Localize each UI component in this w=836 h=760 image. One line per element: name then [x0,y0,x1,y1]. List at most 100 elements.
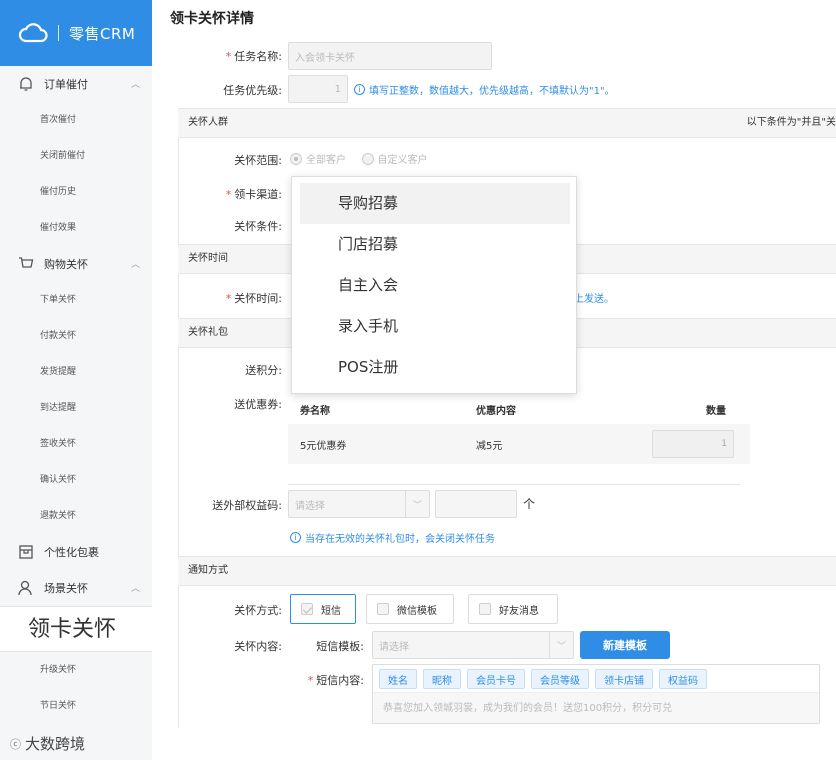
info-icon: i [354,84,365,95]
nav-item-receipt-care[interactable]: 签收关怀 [0,426,152,462]
nav-item-arrival-reminder[interactable]: 到达提醒 [0,390,152,426]
sidebar: 零售CRM 订单催付 ︿ 首次催付 关闭前催付 催付历史 催付效果 购物关怀 ︿… [0,0,152,760]
scope-custom-radio[interactable]: 自定义客户 [361,151,428,166]
section-header-notify: 通知方式 [178,556,836,586]
nav-item-refund-care[interactable]: 退款关怀 [0,498,152,534]
coupon-name: 5元优惠券 [300,440,347,452]
table-row: 5元优惠券 减5元 1 [288,424,750,464]
equity-unit: 个 [523,497,536,511]
nav-item-card-care[interactable]: 领卡关怀 [0,606,152,652]
package-icon [16,542,36,562]
channel-dropdown: 导购招募 门店招募 自主入会 录入手机 POS注册 [291,176,577,394]
nav-group-scene-care[interactable]: 场景关怀 ︿ [0,570,152,606]
dropdown-option-store-recruit[interactable]: 门店招募 [300,224,570,265]
col-coupon-content: 优惠内容 [476,405,516,417]
nav-group-label: 订单催付 [44,78,88,91]
tag-member-level[interactable]: 会员等级 [531,669,589,689]
brand-name: 零售CRM [69,24,136,43]
col-coupon-name: 券名称 [300,405,330,417]
dropdown-option-phone-entry[interactable]: 录入手机 [300,306,570,347]
timing-text: 上发送。 [574,294,614,305]
dropdown-option-guide-recruit[interactable]: 导购招募 [300,183,570,224]
method-sms-checkbox[interactable]: 短信 [290,594,356,624]
equity-select[interactable]: 请选择 ﹀ [288,490,430,518]
scope-all-radio[interactable]: 全部客户 [290,151,346,166]
cart-icon [16,254,36,274]
tag-nickname[interactable]: 昵称 [423,669,461,689]
channel-label: * 领卡渠道: [225,188,282,201]
nav-item-confirm-care[interactable]: 确认关怀 [0,462,152,498]
scope-label: 关怀范围: [234,154,282,167]
dropdown-option-pos-register[interactable]: POS注册 [300,347,570,388]
tag-card-store[interactable]: 领卡店铺 [595,669,653,689]
dropdown-option-self-join[interactable]: 自主入会 [300,265,570,306]
sms-content-label: * 短信内容: [307,674,364,687]
nav-item-shipping-reminder[interactable]: 发货提醒 [0,354,152,390]
nav-item-before-close-reminder[interactable]: 关闭前催付 [0,138,152,174]
nav-group-custom-package[interactable]: 个性化包裹 [0,534,152,570]
nav-item-reminder-effect[interactable]: 催付效果 [0,210,152,246]
nav-item-holiday-care[interactable]: 节日关怀 [0,688,152,724]
section-border [178,108,179,728]
sms-template-placeholder: 请选择 [379,641,409,653]
priority-input[interactable]: 1 [288,75,348,103]
chevron-up-icon: ︿ [130,260,140,270]
nav-item-order-care[interactable]: 下单关怀 [0,282,152,318]
coupon-qty-input[interactable]: 1 [652,430,734,458]
nav-item-upgrade-care[interactable]: 升级关怀 [0,652,152,688]
main-content: 领卡关怀详情 * 任务名称: 入会领卡关怀 任务优先级: 1 i 填写正整数，数值越… [152,0,836,760]
divider [288,484,740,485]
user-icon [16,578,36,598]
timing-label: * 关怀时间: [225,292,282,305]
tag-equity-code[interactable]: 权益码 [659,669,707,689]
sms-text[interactable]: 恭喜您加入领城羽裳，成为我们的会员！送您100积分，积分可兑 [373,693,819,723]
equity-label: 送外部权益码: [212,499,282,512]
equity-placeholder: 请选择 [295,500,325,512]
nav-group-label: 个性化包裹 [44,546,99,559]
points-label: 送积分: [245,364,282,377]
new-template-button[interactable]: 新建模板 [580,631,670,659]
coupon-label: 送优惠券: [234,398,282,411]
watermark-icon: ⓒ [10,737,21,751]
coupon-table-header: 券名称 优惠内容 数量 [288,394,750,424]
method-wechat-checkbox[interactable]: 微信模板 [366,594,454,624]
method-label: 关怀方式: [234,604,282,617]
nav-group-label: 场景关怀 [44,582,88,595]
brand-logo[interactable]: 零售CRM [0,0,152,66]
nav-item-first-reminder[interactable]: 首次催付 [0,102,152,138]
nav-group-shopping-care[interactable]: 购物关怀 ︿ [0,246,152,282]
chevron-up-icon: ︿ [130,584,140,594]
cloud-icon [18,22,50,44]
chevron-down-icon: ﹀ [549,632,573,658]
tag-name[interactable]: 姓名 [379,669,417,689]
sms-content-box[interactable]: 姓名 昵称 会员卡号 会员等级 领卡店铺 权益码 恭喜您加入领城羽裳，成为我们的会员！送您… [372,664,820,724]
nav-item-payment-care[interactable]: 付款关怀 [0,318,152,354]
invalid-gift-hint: i 当存在无效的关怀礼包时，会关闭关怀任务 [290,530,495,545]
method-friend-checkbox[interactable]: 好友消息 [468,594,558,624]
tag-card-number[interactable]: 会员卡号 [467,669,525,689]
checkbox-icon [479,603,491,615]
coupon-content: 减5元 [476,440,503,452]
nav-item-reminder-history[interactable]: 催付历史 [0,174,152,210]
col-coupon-qty: 数量 [706,405,726,417]
nav-group-label: 购物关怀 [44,258,88,271]
checkbox-icon [377,603,389,615]
page-title: 领卡关怀详情 [170,11,254,27]
audience-note: 以下条件为"并且"关 [746,117,836,128]
equity-count-input[interactable] [435,490,517,518]
priority-label: 任务优先级: [223,84,282,97]
variable-tags: 姓名 昵称 会员卡号 会员等级 领卡店铺 权益码 [373,665,819,693]
logo-separator [58,25,59,41]
section-header-audience: 关怀人群 以下条件为"并且"关 [178,108,836,138]
task-name-label: * 任务名称: [225,50,282,63]
chevron-down-icon: ﹀ [405,491,429,517]
coupon-table: 券名称 优惠内容 数量 5元优惠券 减5元 1 [288,394,750,464]
condition-label: 关怀条件: [234,220,282,233]
nav-group-order-reminder[interactable]: 订单催付 ︿ [0,66,152,102]
task-name-input[interactable]: 入会领卡关怀 [288,42,492,70]
watermark-text: 大数跨境 [25,735,86,753]
sms-template-select[interactable]: 请选择 ﹀ [372,631,574,659]
sms-template-label: 短信模板: [316,640,364,653]
scope-radio-group: 全部客户 自定义客户 [290,151,440,168]
bell-icon [16,74,36,94]
